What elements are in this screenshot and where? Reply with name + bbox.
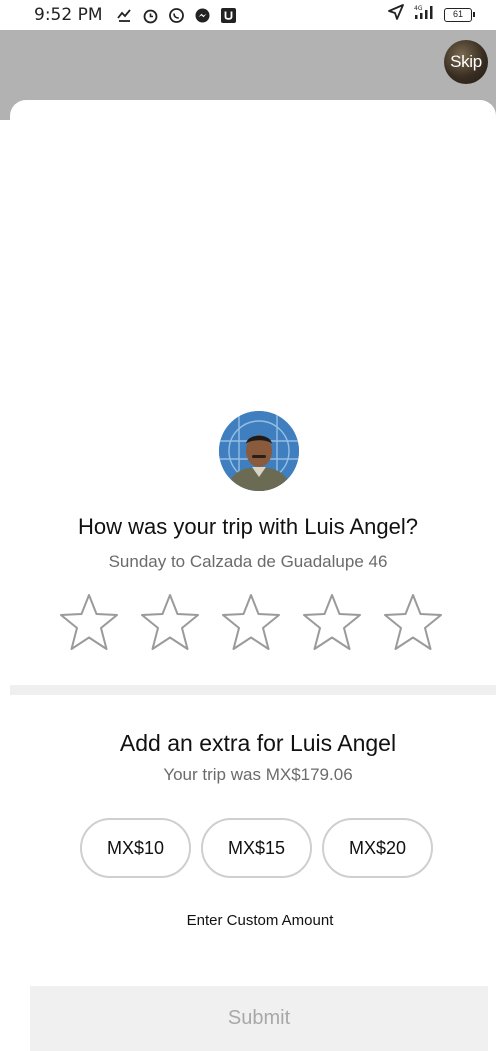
tip-option-20[interactable]: MX$20 [322,818,433,878]
star-icon-1[interactable] [58,592,120,654]
driver-avatar [219,411,299,491]
section-divider [10,685,496,695]
status-notification-icons [116,5,237,25]
rating-sheet [10,100,496,1051]
signal-icon: 4G [412,4,436,25]
u-app-icon [220,7,237,24]
star-rating [58,592,444,654]
status-bar: 9:52 PM 4G 61 [0,0,496,30]
alarm-icon [142,7,159,24]
messenger-icon [194,7,211,24]
battery-icon: 61 [444,7,475,22]
svg-text:4G: 4G [414,5,423,12]
tip-title: Add an extra for Luis Angel [119,730,397,756]
whatsapp-icon [168,7,185,24]
star-icon-2[interactable] [139,592,201,654]
skip-button[interactable]: Skip [444,40,488,84]
star-icon-3[interactable] [220,592,282,654]
tip-option-15[interactable]: MX$15 [201,818,312,878]
trip-detail: Sunday to Calzada de Guadalupe 46 [108,552,388,571]
status-time: 9:52 PM [34,5,103,25]
star-icon-4[interactable] [301,592,363,654]
rating-screen: 9:52 PM 4G 61 Skip How was your trip wit… [0,0,496,1051]
rating-question: How was your trip with Luis Angel? [78,514,418,539]
location-arrow-icon [388,4,404,25]
trip-fare: Your trip was MX$179.06 [163,765,353,784]
tip-options: MX$10 MX$15 MX$20 [80,818,433,878]
status-system-icons: 4G 61 [388,4,475,25]
custom-amount-link[interactable]: Enter Custom Amount [0,912,496,929]
star-icon-5[interactable] [382,592,444,654]
tip-option-10[interactable]: MX$10 [80,818,191,878]
missed-call-icon [116,7,133,24]
submit-button[interactable]: Submit [30,986,488,1051]
